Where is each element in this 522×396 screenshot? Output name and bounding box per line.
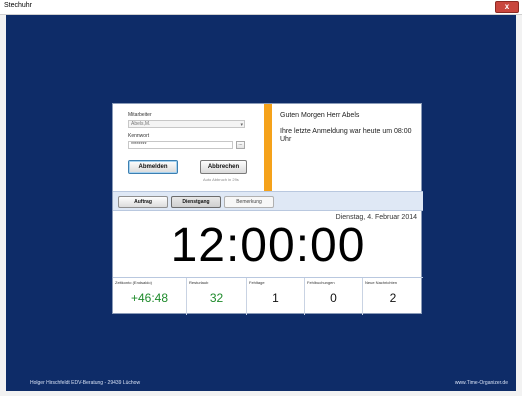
- stats-bar: Zeitkonto (Endsaldo) +46:48 Resturlaub 3…: [113, 277, 423, 315]
- stat-value: 32: [209, 291, 224, 305]
- stat-label: Fehlbuchungen: [307, 280, 335, 285]
- cancel-button[interactable]: Abbrechen: [200, 160, 247, 174]
- footer-company: Holger Hirschfeldt EDV-Beratung - 29439 …: [30, 380, 141, 386]
- login-section: Mitarbeiter Abels,M. ▾ Kennwort ********…: [113, 104, 263, 191]
- close-button[interactable]: x: [495, 1, 519, 13]
- greeting-headline: Guten Morgen Herr Abels: [280, 112, 360, 119]
- clock-display: 12:00:00: [170, 219, 366, 272]
- window-frame-bottom: [0, 391, 522, 396]
- stat-value: +46:48: [130, 291, 169, 305]
- accent-bar: [264, 104, 272, 191]
- auto-cancel-note: Auto Abbruch in 29s: [203, 177, 239, 182]
- browse-button[interactable]: ...: [236, 141, 245, 149]
- logout-button[interactable]: Abmelden: [128, 160, 178, 174]
- stat-label: Resturlaub: [189, 280, 209, 285]
- action-tabbar: Auftrag Dienstgang Bemerkung: [113, 191, 423, 211]
- last-login-text: Ihre letzte Anmeldung war heute um 08:00…: [280, 128, 412, 143]
- stat-label: Zeitkonto (Endsaldo): [115, 280, 152, 285]
- tab-dienstgang[interactable]: Dienstgang: [171, 196, 221, 208]
- footer-website[interactable]: www.Time-Organizer.de: [455, 380, 508, 386]
- employee-label: Mitarbeiter: [128, 112, 152, 118]
- stat-new-messages[interactable]: Neue Nachrichten 2: [363, 278, 423, 315]
- stat-value: 0: [330, 291, 337, 305]
- stat-label: Fehltage: [249, 280, 265, 285]
- stat-absence-days: Fehltage 1: [247, 278, 305, 315]
- tab-auftrag[interactable]: Auftrag: [118, 196, 168, 208]
- window-title: Stechuhr: [4, 2, 33, 9]
- stat-remaining-vacation: Resturlaub 32: [187, 278, 247, 315]
- window-frame-right: [516, 15, 522, 391]
- password-label: Kennwort: [128, 133, 150, 139]
- employee-select[interactable]: Abels,M. ▾: [128, 120, 245, 128]
- password-field[interactable]: ********: [128, 141, 233, 149]
- password-value: ********: [131, 142, 147, 148]
- employee-value: Abels,M.: [131, 121, 151, 127]
- tab-bemerkung[interactable]: Bemerkung: [224, 196, 274, 208]
- stat-value: 1: [272, 291, 279, 305]
- title-bar: Stechuhr x: [0, 0, 522, 15]
- stat-missing-bookings: Fehlbuchungen 0: [305, 278, 363, 315]
- stat-time-account: Zeitkonto (Endsaldo) +46:48: [113, 278, 187, 315]
- stat-value: 2: [389, 291, 397, 305]
- timeclock-panel: Mitarbeiter Abels,M. ▾ Kennwort ********…: [112, 103, 423, 315]
- chevron-down-icon: ▾: [240, 122, 243, 128]
- stat-label: Neue Nachrichten: [365, 280, 398, 285]
